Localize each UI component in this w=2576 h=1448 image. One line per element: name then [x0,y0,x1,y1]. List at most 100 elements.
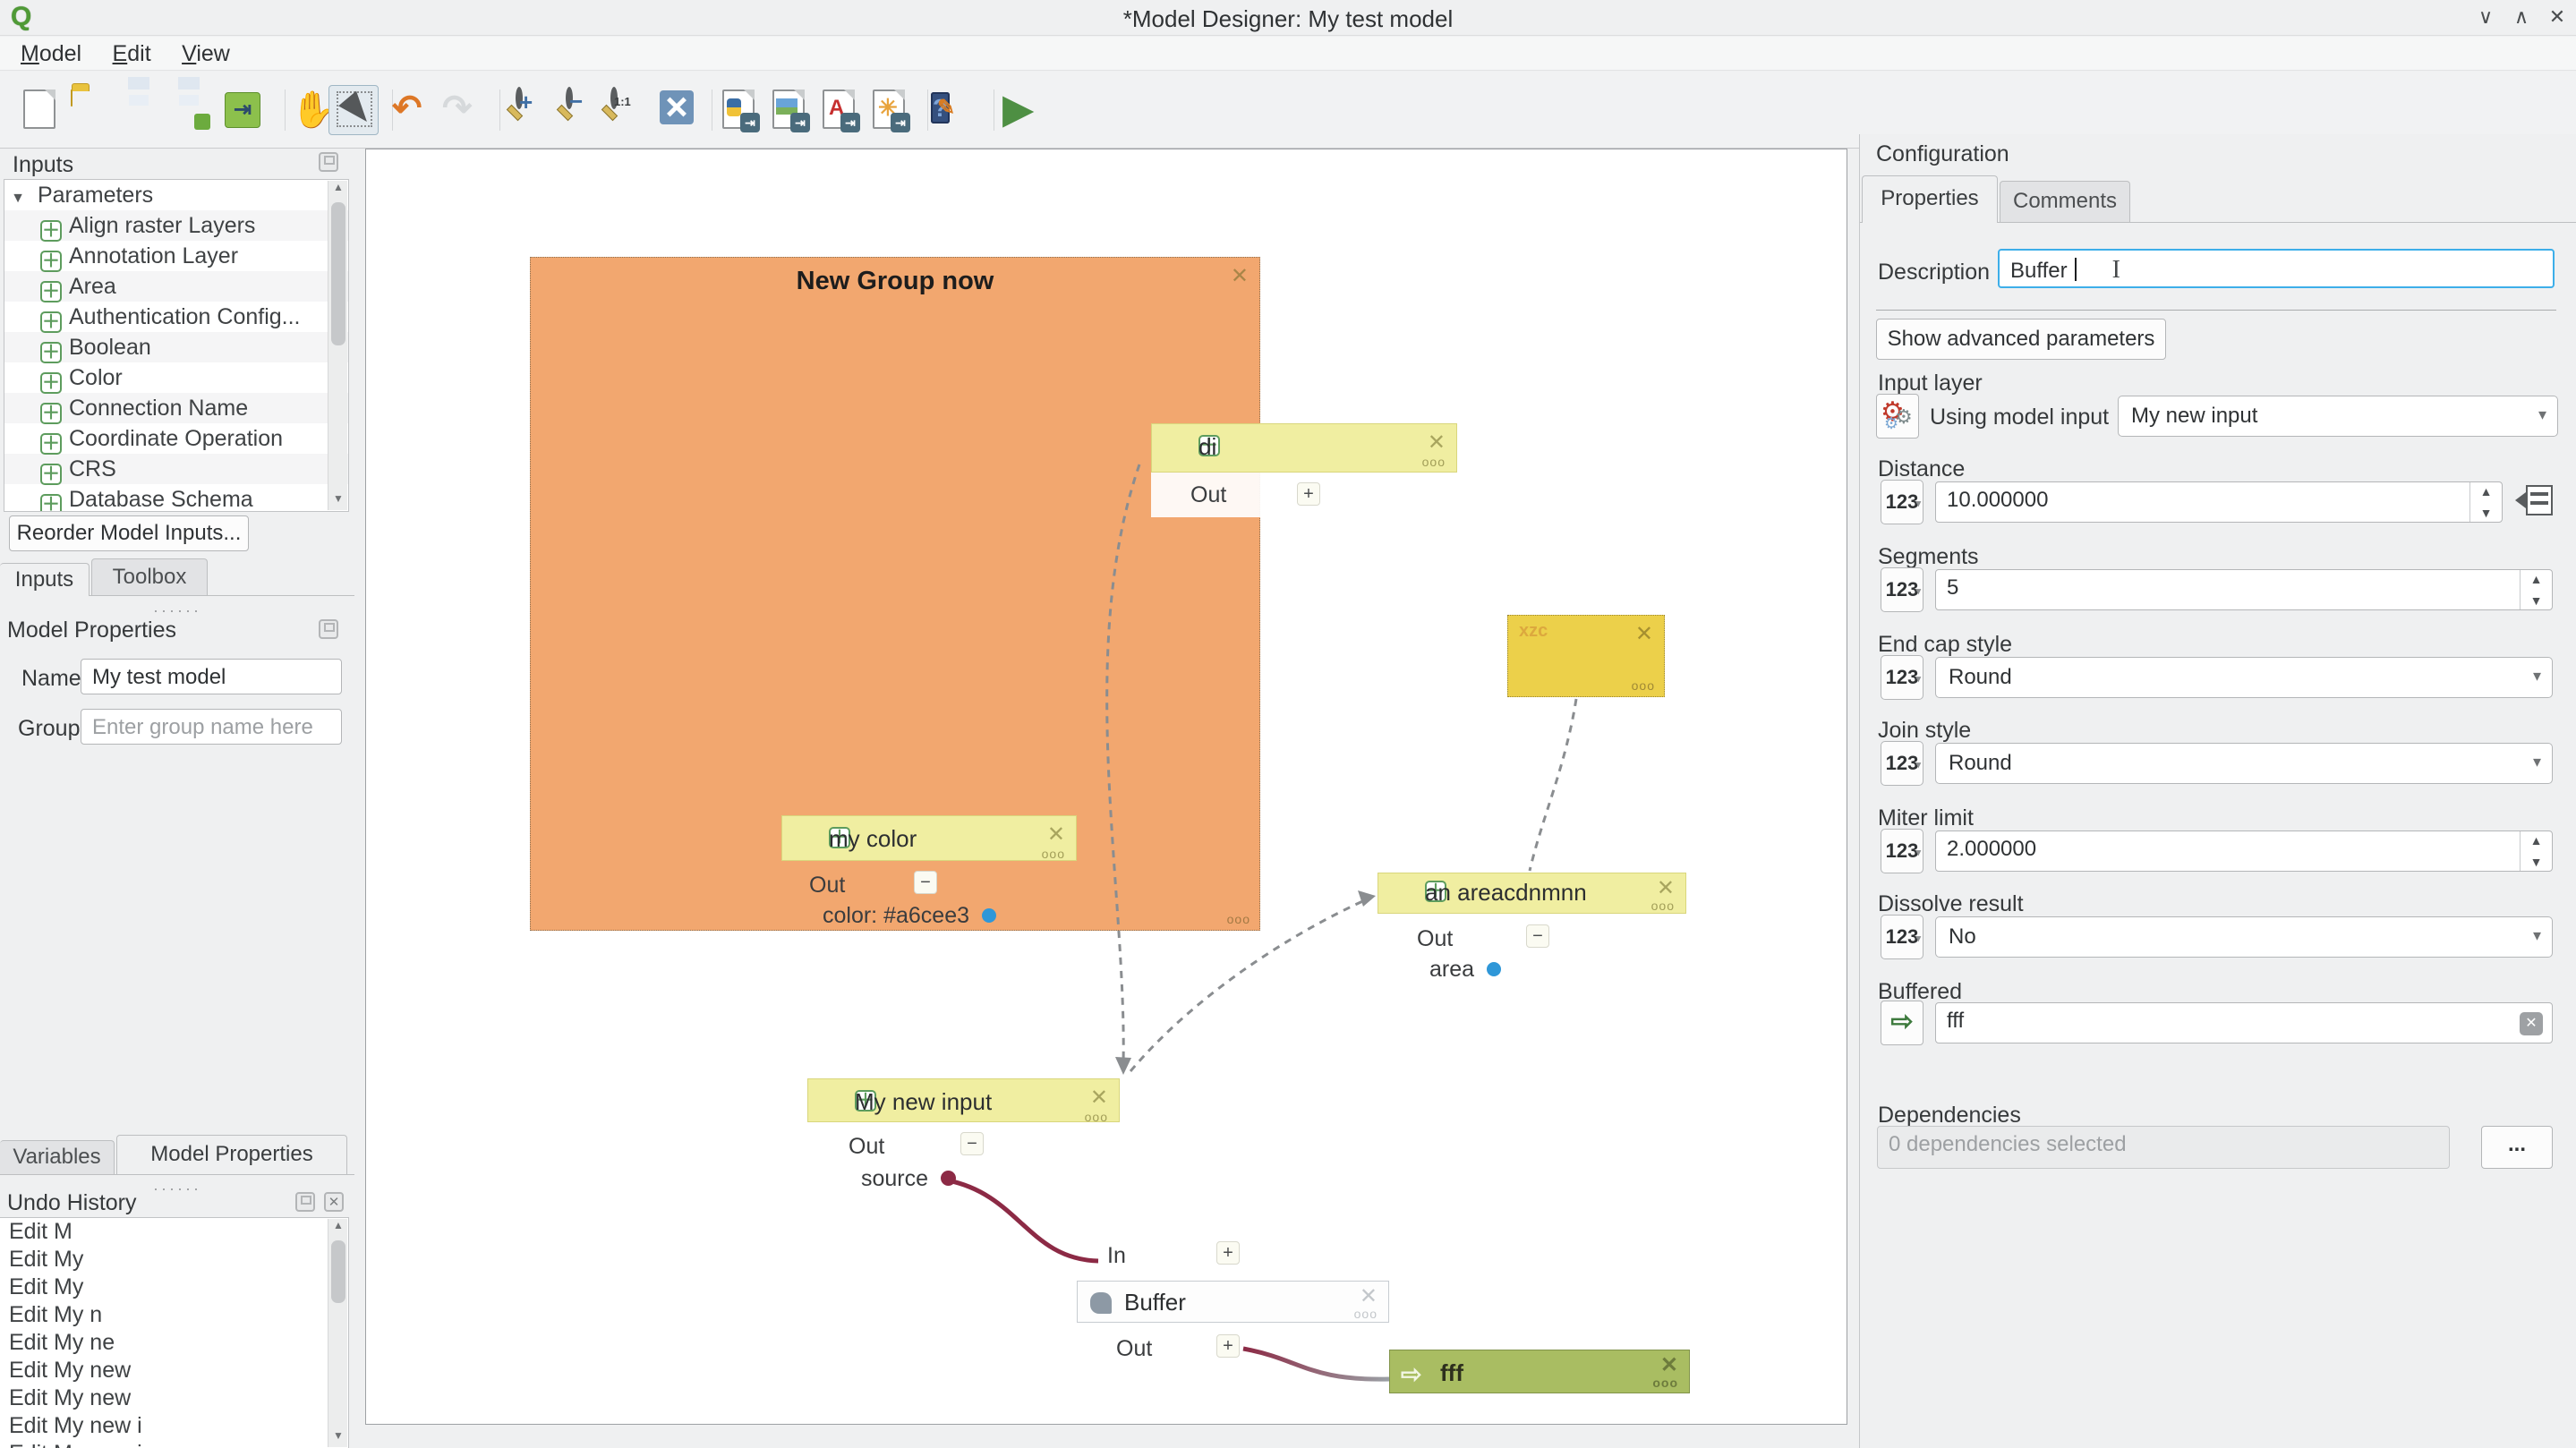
node-fff-output[interactable]: ⇨ fff ✕ ooo [1389,1350,1690,1393]
inputs-detach-icon[interactable] [319,152,338,172]
tab-toolbox[interactable]: Toolbox [91,558,208,596]
undo-item[interactable]: Edit My new [0,1384,348,1412]
spinner[interactable]: ▲▼ [2520,570,2552,609]
dissolve-dropdown[interactable]: No ▾ [1935,916,2553,958]
tree-scrollbar[interactable]: ▲ ▼ [328,181,347,510]
node-links-icon[interactable]: ooo [1085,1110,1108,1124]
export-image-button[interactable]: ⇥ [763,85,814,135]
undo-history-close-icon[interactable]: ✕ [324,1192,344,1212]
scroll-down-icon[interactable]: ▼ [328,492,348,510]
buffered-output-field[interactable]: fff ✕ [1935,1002,2553,1043]
zoom-in-button[interactable]: + [507,85,557,135]
zoom-actual-button[interactable]: 1:1 [601,85,652,135]
group-resize-handle[interactable]: ooo [1227,912,1250,926]
minimize-button[interactable]: ∨ [2470,4,2501,30]
zoom-full-button[interactable] [651,85,701,135]
node-links-icon[interactable]: ooo [1354,1307,1378,1321]
iterate-button[interactable]: ⚙ ⚙ ⚙ [1876,394,1919,439]
distance-type-button[interactable]: 123 [1881,480,1923,524]
collapse-toggle[interactable]: − [914,871,937,894]
pan-tool-button[interactable]: ✋ [282,85,332,135]
undo-item[interactable]: Edit My [0,1273,348,1301]
model-canvas[interactable]: New Group now ✕ ooo ＋ di ✕ ooo Out + [365,149,1847,1425]
undo-history-detach-icon[interactable] [295,1192,315,1212]
zoom-out-button[interactable]: − [557,85,607,135]
miter-type-button[interactable]: 123 [1881,829,1923,873]
export-python-button[interactable]: ⇥ [713,85,763,135]
dissolve-type-button[interactable]: 123 [1881,915,1923,959]
end-cap-dropdown[interactable]: Round ▾ [1935,657,2553,698]
select-tool-button[interactable] [328,85,379,135]
undo-item[interactable]: Edit My ne [0,1329,348,1357]
node-links-icon[interactable]: ooo [1422,455,1446,469]
segments-field[interactable]: 5 ▲▼ [1935,569,2553,610]
tab-comments[interactable]: Comments [2000,181,2130,223]
tab-properties[interactable]: Properties [1862,175,1998,223]
undo-item[interactable]: Edit My n [0,1301,348,1329]
expand-toggle[interactable]: + [1297,482,1320,506]
node-close-icon[interactable]: ✕ [1360,1283,1378,1309]
show-advanced-parameters-button[interactable]: Show advanced parameters [1876,319,2166,360]
spinner[interactable]: ▲▼ [2520,831,2552,871]
node-close-icon[interactable]: ✕ [1660,1352,1678,1378]
save-model-button[interactable] [114,85,164,135]
miter-limit-field[interactable]: 2.000000 ▲▼ [1935,830,2553,872]
export-svg-button[interactable]: ✳ ⇥ [864,85,914,135]
reorder-model-inputs-button[interactable]: Reorder Model Inputs... [9,515,249,551]
spinner[interactable]: ▲▼ [2469,482,2502,522]
comment-box[interactable]: xzc ✕ ooo [1507,615,1665,697]
tree-root-parameters[interactable]: ▼ Parameters [4,180,348,210]
dependencies-browse-button[interactable]: ... [2481,1126,2553,1169]
tree-item[interactable]: ＋Align raster Layers [4,210,348,241]
group-field[interactable]: Enter group name here [81,709,342,745]
export-model-image-button[interactable]: ⇥ [218,85,268,135]
save-model-as-button[interactable] [164,85,214,135]
undo-item[interactable]: Edit My new [0,1357,348,1384]
model-properties-detach-icon[interactable] [319,619,338,639]
socket-dot-source[interactable] [941,1171,956,1186]
node-close-icon[interactable]: ✕ [1090,1085,1108,1111]
output-type-button[interactable]: ⇨ [1881,1001,1923,1045]
undo-item[interactable]: Edit M [0,1218,348,1246]
maximize-button[interactable]: ∧ [2506,4,2537,30]
scroll-up-icon[interactable]: ▲ [328,1219,348,1237]
tree-item[interactable]: ＋Boolean [4,332,348,362]
run-model-button[interactable]: ▶ [992,85,1042,135]
collapse-toggle[interactable]: − [960,1132,984,1155]
new-model-button[interactable] [14,85,64,135]
node-close-icon[interactable]: ✕ [1428,430,1446,456]
socket-dot[interactable] [1487,962,1501,976]
comment-resize-handle[interactable]: ooo [1632,678,1655,693]
tree-item[interactable]: ＋Connection Name [4,393,348,423]
distance-field[interactable]: 10.000000 ▲▼ [1935,481,2503,523]
expand-toggle[interactable]: + [1216,1241,1240,1265]
tree-item[interactable]: ＋Database Schema [4,484,348,512]
undo-item[interactable]: Edit My new i [0,1412,348,1440]
data-defined-override-button[interactable] [2517,485,2553,521]
undo-item[interactable]: Edit My new in [0,1440,348,1448]
end-cap-type-button[interactable]: 123 [1881,655,1923,700]
menu-model[interactable]: Model [7,37,95,72]
node-links-icon[interactable]: ooo [1042,847,1065,861]
scroll-up-icon[interactable]: ▲ [328,181,348,199]
collapse-toggle[interactable]: − [1526,924,1549,948]
group-close-icon[interactable]: ✕ [1231,263,1249,289]
export-pdf-button[interactable]: A ⇥ [814,85,864,135]
expand-toggle[interactable]: + [1216,1334,1240,1358]
tab-model-properties[interactable]: Model Properties [116,1135,347,1174]
join-style-dropdown[interactable]: Round ▾ [1935,743,2553,784]
menu-edit[interactable]: Edit [99,37,165,72]
tree-item[interactable]: ＋Authentication Config... [4,302,348,332]
scrollbar-thumb[interactable] [331,1240,345,1303]
undo-scrollbar[interactable]: ▲ ▼ [328,1219,347,1447]
collapse-arrow-icon[interactable]: ▼ [4,183,31,214]
node-close-icon[interactable]: ✕ [1047,822,1065,848]
comment-close-icon[interactable]: ✕ [1635,621,1653,647]
tree-item[interactable]: ＋Area [4,271,348,302]
tab-inputs[interactable]: Inputs [0,563,90,596]
node-close-icon[interactable]: ✕ [1657,875,1675,901]
scroll-down-icon[interactable]: ▼ [328,1429,348,1447]
tree-item[interactable]: ＋Color [4,362,348,393]
node-links-icon[interactable]: ooo [1652,1376,1678,1390]
help-button[interactable]: ? [924,85,974,135]
